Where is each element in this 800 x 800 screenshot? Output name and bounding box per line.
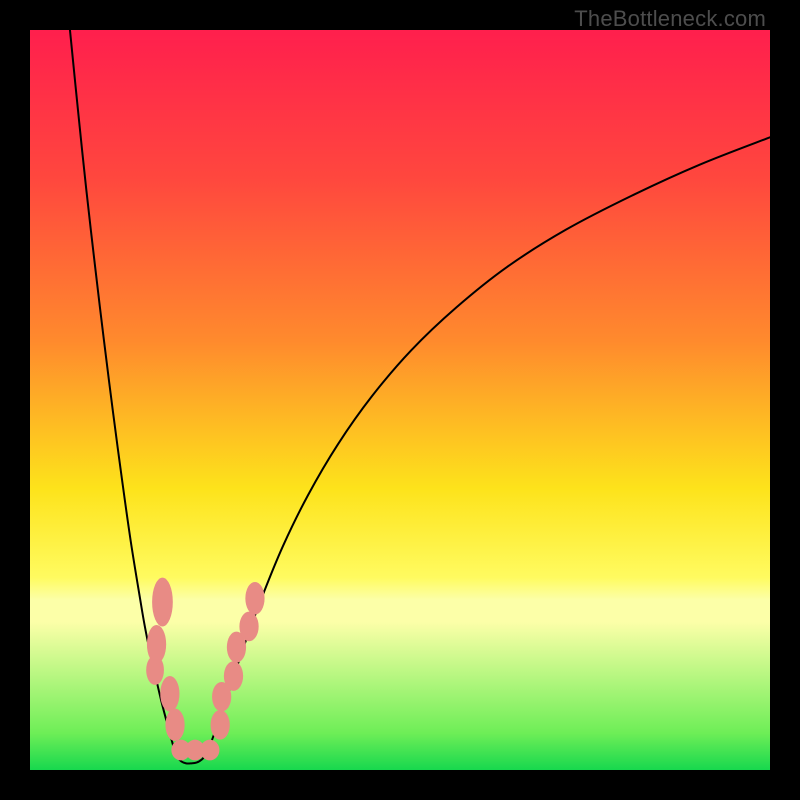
data-marker bbox=[245, 582, 264, 615]
data-markers bbox=[146, 578, 264, 761]
data-marker bbox=[160, 676, 179, 712]
data-marker bbox=[200, 740, 219, 761]
watermark-text: TheBottleneck.com bbox=[574, 6, 766, 32]
data-marker bbox=[239, 612, 258, 642]
plot-area bbox=[30, 30, 770, 770]
bottleneck-curve bbox=[70, 30, 770, 764]
data-marker bbox=[152, 578, 173, 627]
data-marker bbox=[211, 710, 230, 740]
data-marker bbox=[165, 709, 184, 742]
chart-frame: TheBottleneck.com bbox=[0, 0, 800, 800]
data-marker bbox=[147, 625, 166, 663]
data-marker bbox=[224, 661, 243, 691]
curve-layer bbox=[30, 30, 770, 770]
